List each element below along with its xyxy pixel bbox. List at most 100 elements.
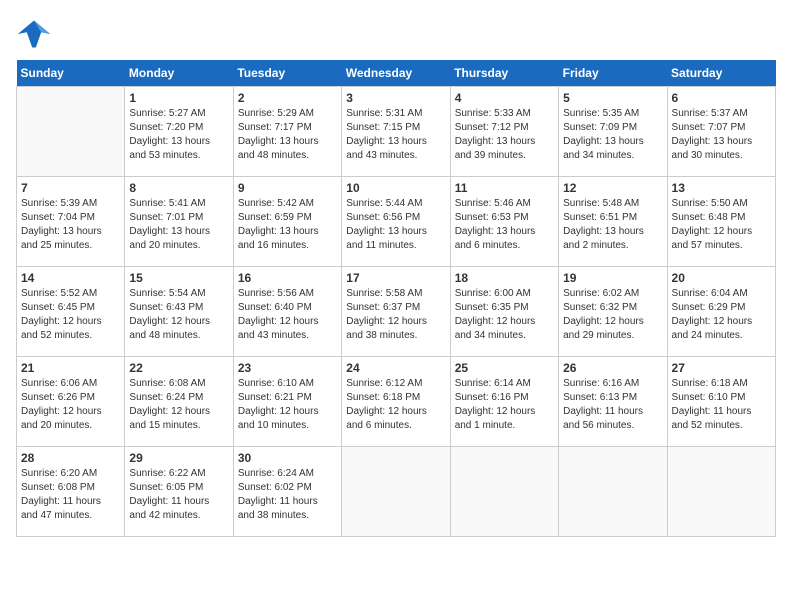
weekday-header-cell: Monday: [125, 60, 233, 87]
day-number: 14: [21, 271, 120, 285]
calendar-week-row: 14 Sunrise: 5:52 AM Sunset: 6:45 PM Dayli…: [17, 267, 776, 357]
day-info: Sunrise: 5:44 AM Sunset: 6:56 PM Dayligh…: [346, 197, 445, 253]
calendar-day-cell: 9Sunrise: 5:42 AM Sunset: 6:59 PM Daylig…: [233, 177, 341, 267]
day-number: 6: [672, 91, 771, 105]
day-info: Sunrise: 5:37 AM Sunset: 7:07 PM Dayligh…: [672, 107, 771, 163]
weekday-header-cell: Thursday: [450, 60, 558, 87]
day-number: 22: [129, 361, 228, 375]
day-info: Sunrise: 5:52 AM Sunset: 6:45 PM Dayligh…: [21, 287, 120, 343]
calendar-day-cell: 12 Sunrise: 5:48 AM Sunset: 6:51 PM Dayli…: [559, 177, 667, 267]
calendar-day-cell: 3Sunrise: 5:31 AM Sunset: 7:15 PM Daylig…: [342, 87, 450, 177]
day-info: Sunrise: 5:29 AM Sunset: 7:17 PM Dayligh…: [238, 107, 337, 163]
day-info: Sunrise: 6:14 AM Sunset: 6:16 PM Dayligh…: [455, 377, 554, 433]
day-number: 26: [563, 361, 662, 375]
day-number: 30: [238, 451, 337, 465]
calendar-day-cell: 5 Sunrise: 5:35 AM Sunset: 7:09 PM Daylig…: [559, 87, 667, 177]
day-info: Sunrise: 6:10 AM Sunset: 6:21 PM Dayligh…: [238, 377, 337, 433]
calendar-day-cell: 26 Sunrise: 6:16 AM Sunset: 6:13 PM Dayli…: [559, 357, 667, 447]
calendar-table: SundayMondayTuesdayWednesdayThursdayFrid…: [16, 60, 776, 537]
calendar-day-cell: [450, 447, 558, 537]
day-info: Sunrise: 6:02 AM Sunset: 6:32 PM Dayligh…: [563, 287, 662, 343]
day-info: Sunrise: 5:58 AM Sunset: 6:37 PM Dayligh…: [346, 287, 445, 343]
day-number: 11: [455, 181, 554, 195]
day-info: Sunrise: 6:00 AM Sunset: 6:35 PM Dayligh…: [455, 287, 554, 343]
day-number: 5: [563, 91, 662, 105]
calendar-day-cell: 10 Sunrise: 5:44 AM Sunset: 6:56 PM Dayli…: [342, 177, 450, 267]
calendar-day-cell: 7 Sunrise: 5:39 AM Sunset: 7:04 PM Daylig…: [17, 177, 125, 267]
calendar-week-row: 28 Sunrise: 6:20 AM Sunset: 6:08 PM Dayli…: [17, 447, 776, 537]
day-number: 28: [21, 451, 120, 465]
day-info: Sunrise: 6:22 AM Sunset: 6:05 PM Dayligh…: [129, 467, 228, 523]
day-number: 19: [563, 271, 662, 285]
day-number: 21: [21, 361, 120, 375]
day-number: 18: [455, 271, 554, 285]
day-number: 25: [455, 361, 554, 375]
day-number: 15: [129, 271, 228, 285]
weekday-header-cell: Wednesday: [342, 60, 450, 87]
calendar-day-cell: 25 Sunrise: 6:14 AM Sunset: 6:16 PM Dayli…: [450, 357, 558, 447]
day-info: Sunrise: 5:33 AM Sunset: 7:12 PM Dayligh…: [455, 107, 554, 163]
day-info: Sunrise: 5:27 AM Sunset: 7:20 PM Dayligh…: [129, 107, 228, 163]
logo: [16, 16, 56, 52]
day-info: Sunrise: 5:46 AM Sunset: 6:53 PM Dayligh…: [455, 197, 554, 253]
day-info: Sunrise: 6:24 AM Sunset: 6:02 PM Dayligh…: [238, 467, 337, 523]
calendar-day-cell: 15 Sunrise: 5:54 AM Sunset: 6:43 PM Dayli…: [125, 267, 233, 357]
day-number: 12: [563, 181, 662, 195]
calendar-day-cell: 16 Sunrise: 5:56 AM Sunset: 6:40 PM Dayli…: [233, 267, 341, 357]
calendar-day-cell: 17 Sunrise: 5:58 AM Sunset: 6:37 PM Dayli…: [342, 267, 450, 357]
calendar-day-cell: 27 Sunrise: 6:18 AM Sunset: 6:10 PM Dayli…: [667, 357, 775, 447]
calendar-day-cell: 24 Sunrise: 6:12 AM Sunset: 6:18 PM Dayli…: [342, 357, 450, 447]
weekday-header-cell: Friday: [559, 60, 667, 87]
day-number: 27: [672, 361, 771, 375]
day-info: Sunrise: 6:18 AM Sunset: 6:10 PM Dayligh…: [672, 377, 771, 433]
day-info: Sunrise: 5:31 AM Sunset: 7:15 PM Dayligh…: [346, 107, 445, 163]
calendar-day-cell: 14 Sunrise: 5:52 AM Sunset: 6:45 PM Dayli…: [17, 267, 125, 357]
day-info: Sunrise: 6:12 AM Sunset: 6:18 PM Dayligh…: [346, 377, 445, 433]
calendar-day-cell: 21 Sunrise: 6:06 AM Sunset: 6:26 PM Dayli…: [17, 357, 125, 447]
day-info: Sunrise: 5:35 AM Sunset: 7:09 PM Dayligh…: [563, 107, 662, 163]
calendar-day-cell: 4 Sunrise: 5:33 AM Sunset: 7:12 PM Daylig…: [450, 87, 558, 177]
calendar-week-row: 7 Sunrise: 5:39 AM Sunset: 7:04 PM Daylig…: [17, 177, 776, 267]
calendar-day-cell: 6 Sunrise: 5:37 AM Sunset: 7:07 PM Daylig…: [667, 87, 775, 177]
day-number: 1: [129, 91, 228, 105]
day-info: Sunrise: 6:08 AM Sunset: 6:24 PM Dayligh…: [129, 377, 228, 433]
day-info: Sunrise: 5:42 AM Sunset: 6:59 PM Dayligh…: [238, 197, 337, 253]
calendar-day-cell: 8Sunrise: 5:41 AM Sunset: 7:01 PM Daylig…: [125, 177, 233, 267]
day-number: 17: [346, 271, 445, 285]
page-header: [16, 16, 776, 52]
day-info: Sunrise: 5:39 AM Sunset: 7:04 PM Dayligh…: [21, 197, 120, 253]
day-info: Sunrise: 6:06 AM Sunset: 6:26 PM Dayligh…: [21, 377, 120, 433]
calendar-day-cell: 29 Sunrise: 6:22 AM Sunset: 6:05 PM Dayli…: [125, 447, 233, 537]
calendar-day-cell: 2Sunrise: 5:29 AM Sunset: 7:17 PM Daylig…: [233, 87, 341, 177]
calendar-day-cell: 20 Sunrise: 6:04 AM Sunset: 6:29 PM Dayli…: [667, 267, 775, 357]
day-number: 7: [21, 181, 120, 195]
calendar-day-cell: 23Sunrise: 6:10 AM Sunset: 6:21 PM Dayli…: [233, 357, 341, 447]
calendar-day-cell: [17, 87, 125, 177]
day-number: 29: [129, 451, 228, 465]
calendar-day-cell: 28 Sunrise: 6:20 AM Sunset: 6:08 PM Dayli…: [17, 447, 125, 537]
day-number: 16: [238, 271, 337, 285]
day-number: 20: [672, 271, 771, 285]
day-info: Sunrise: 6:16 AM Sunset: 6:13 PM Dayligh…: [563, 377, 662, 433]
day-info: Sunrise: 5:54 AM Sunset: 6:43 PM Dayligh…: [129, 287, 228, 343]
day-info: Sunrise: 6:20 AM Sunset: 6:08 PM Dayligh…: [21, 467, 120, 523]
weekday-header-cell: Saturday: [667, 60, 775, 87]
weekday-header-cell: Sunday: [17, 60, 125, 87]
day-number: 13: [672, 181, 771, 195]
day-info: Sunrise: 5:48 AM Sunset: 6:51 PM Dayligh…: [563, 197, 662, 253]
day-info: Sunrise: 6:04 AM Sunset: 6:29 PM Dayligh…: [672, 287, 771, 343]
calendar-day-cell: [559, 447, 667, 537]
calendar-day-cell: 22 Sunrise: 6:08 AM Sunset: 6:24 PM Dayli…: [125, 357, 233, 447]
calendar-body: 1 Sunrise: 5:27 AM Sunset: 7:20 PM Daylig…: [17, 87, 776, 537]
calendar-day-cell: 1 Sunrise: 5:27 AM Sunset: 7:20 PM Daylig…: [125, 87, 233, 177]
day-number: 10: [346, 181, 445, 195]
day-number: 4: [455, 91, 554, 105]
day-info: Sunrise: 5:50 AM Sunset: 6:48 PM Dayligh…: [672, 197, 771, 253]
calendar-day-cell: 11 Sunrise: 5:46 AM Sunset: 6:53 PM Dayli…: [450, 177, 558, 267]
calendar-day-cell: [342, 447, 450, 537]
weekday-header-cell: Tuesday: [233, 60, 341, 87]
day-number: 8: [129, 181, 228, 195]
day-info: Sunrise: 5:56 AM Sunset: 6:40 PM Dayligh…: [238, 287, 337, 343]
day-number: 24: [346, 361, 445, 375]
calendar-week-row: 1 Sunrise: 5:27 AM Sunset: 7:20 PM Daylig…: [17, 87, 776, 177]
